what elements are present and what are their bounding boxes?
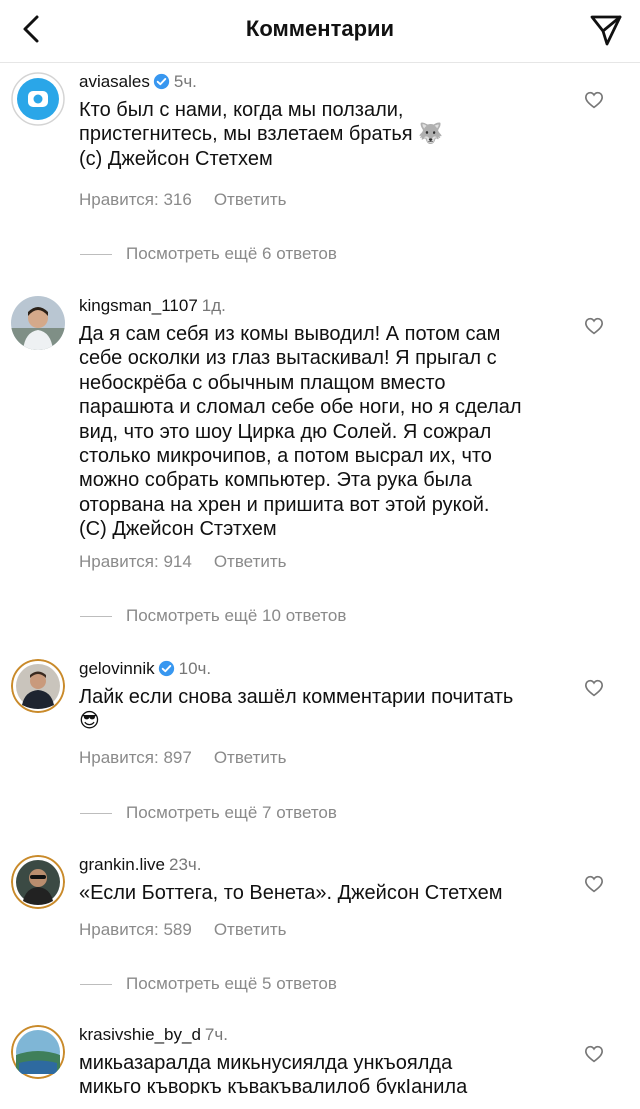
verified-badge-icon	[158, 660, 174, 677]
comment-actions: Нравится: 897 Ответить	[79, 748, 309, 768]
username[interactable]: aviasales	[79, 72, 150, 91]
avatar[interactable]	[11, 855, 65, 909]
comment-meta: krasivshie_by_d 7ч.	[79, 1025, 228, 1045]
verified-badge-icon	[153, 73, 170, 90]
likes-count[interactable]: Нравится: 316	[79, 190, 192, 209]
screenshot-edge	[0, 1094, 640, 1109]
comment-text: Лайк если снова зашёл комментарии почита…	[79, 686, 514, 733]
comment-actions: Нравится: 316 Ответить	[79, 190, 309, 210]
view-more-replies-label[interactable]: Посмотреть ещё 5 ответов	[126, 974, 337, 993]
view-more-replies[interactable]: Посмотреть ещё 5 ответов	[80, 974, 337, 994]
view-more-replies[interactable]: Посмотреть ещё 6 ответов	[80, 244, 337, 264]
divider-line	[80, 813, 112, 815]
divider-line	[80, 984, 112, 986]
top-bar: Комментарии	[0, 0, 640, 63]
comment-time: 10ч.	[178, 659, 212, 678]
view-more-replies[interactable]: Посмотреть ещё 7 ответов	[80, 803, 337, 823]
comment-time: 5ч.	[173, 72, 197, 91]
username[interactable]: krasivshie_by_d	[79, 1025, 201, 1044]
reply-button[interactable]: Ответить	[214, 552, 287, 571]
avatar[interactable]	[11, 659, 65, 713]
comment-meta: kingsman_1107 1д.	[79, 296, 226, 316]
comment-meta: aviasales 5ч.	[79, 72, 197, 92]
heart-outline-icon[interactable]	[584, 875, 604, 893]
comment-time: 7ч.	[204, 1025, 228, 1044]
comment-text: Кто был с нами, когда мы ползали, присте…	[79, 99, 444, 170]
paper-plane-icon[interactable]	[588, 12, 624, 48]
likes-count[interactable]: Нравится: 914	[79, 552, 192, 571]
view-more-replies-label[interactable]: Посмотреть ещё 6 ответов	[126, 244, 337, 263]
comment-actions: Нравится: 914 Ответить	[79, 552, 309, 572]
reply-button[interactable]: Ответить	[214, 920, 287, 939]
comment-text: «Если Боттега, то Венета». Джейсон Стетх…	[79, 882, 503, 904]
reply-button[interactable]: Ответить	[214, 748, 287, 767]
comment-time: 1д.	[201, 296, 226, 315]
username[interactable]: grankin.live	[79, 855, 165, 874]
avatar[interactable]	[11, 1025, 65, 1079]
username[interactable]: gelovinnik	[79, 659, 155, 678]
page-title: Комментарии	[245, 16, 395, 41]
divider-line	[80, 616, 112, 618]
avatar[interactable]	[11, 72, 65, 126]
comment-text: микьазаралда микьнусиялда ункъоялда микь…	[79, 1052, 468, 1099]
likes-count[interactable]: Нравится: 897	[79, 748, 192, 767]
view-more-replies-label[interactable]: Посмотреть ещё 7 ответов	[126, 803, 337, 822]
comment-meta: grankin.live 23ч.	[79, 855, 202, 875]
username[interactable]: kingsman_1107	[79, 296, 198, 315]
view-more-replies[interactable]: Посмотреть ещё 10 ответов	[80, 606, 346, 626]
reply-button[interactable]: Ответить	[214, 190, 287, 209]
comment-time: 23ч.	[169, 855, 202, 874]
comment-text: Да я сам себя из комы выводил! А потом с…	[79, 323, 522, 541]
view-more-replies-label[interactable]: Посмотреть ещё 10 ответов	[126, 606, 346, 625]
heart-outline-icon[interactable]	[584, 1045, 604, 1063]
divider-line	[80, 254, 112, 256]
comment-actions: Нравится: 589 Ответить	[79, 920, 309, 940]
heart-outline-icon[interactable]	[584, 91, 604, 109]
heart-outline-icon[interactable]	[584, 679, 604, 697]
likes-count[interactable]: Нравится: 589	[79, 920, 192, 939]
comment-meta: gelovinnik 10ч.	[79, 659, 211, 679]
heart-outline-icon[interactable]	[584, 317, 604, 335]
avatar[interactable]	[11, 296, 65, 350]
